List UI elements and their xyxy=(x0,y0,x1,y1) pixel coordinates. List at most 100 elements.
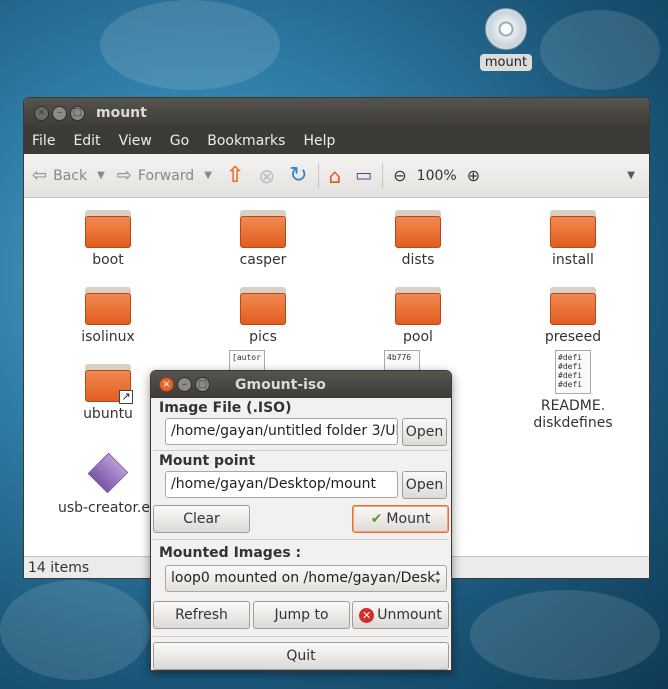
file-item[interactable]: pics xyxy=(203,287,323,345)
mount-button[interactable]: ✔ Mount xyxy=(352,505,449,533)
quit-button[interactable]: Quit xyxy=(153,642,449,670)
mount-point-section: Mount point xyxy=(153,453,449,469)
background-bokeh xyxy=(470,590,660,680)
text-file-icon: #defi #defi #defi #defi xyxy=(555,350,591,394)
archive-icon xyxy=(87,452,129,494)
menu-help[interactable]: Help xyxy=(303,133,335,149)
checkmark-icon: ✔ xyxy=(370,511,383,527)
file-item[interactable]: isolinux xyxy=(48,287,168,345)
zoom-out-icon[interactable]: ⊖ xyxy=(393,166,406,185)
background-bokeh xyxy=(0,580,150,680)
folder-link-icon: ↗ xyxy=(85,364,133,404)
jump-to-button[interactable]: Jump to xyxy=(253,601,350,629)
folder-icon xyxy=(550,287,596,325)
combo-arrows-icon: ▴ ▾ xyxy=(435,568,440,587)
open-mount-point-button[interactable]: Open xyxy=(402,471,447,499)
computer-icon[interactable]: ▭ xyxy=(355,165,372,186)
folder-icon xyxy=(240,287,286,325)
background-bokeh xyxy=(540,10,660,90)
file-label: install xyxy=(552,252,594,268)
file-item[interactable]: pool xyxy=(358,287,478,345)
folder-icon xyxy=(85,210,131,248)
divider xyxy=(153,636,449,637)
chevron-down-icon[interactable]: ▼ xyxy=(204,170,212,181)
file-item[interactable]: #defi #defi #defi #defi README. diskdefi… xyxy=(513,350,633,432)
gmount-dialog: × – □ Gmount-iso Image File (.ISO) /home… xyxy=(150,370,452,671)
zoom-level: 100% xyxy=(416,167,457,184)
back-label: Back xyxy=(53,167,88,184)
menu-go[interactable]: Go xyxy=(170,133,189,149)
menu-bookmarks[interactable]: Bookmarks xyxy=(207,133,285,149)
mounted-images-value: loop0 mounted on /home/gayan/Desk xyxy=(171,570,436,586)
divider xyxy=(153,539,449,540)
background-bokeh xyxy=(100,0,280,90)
maximize-button[interactable]: □ xyxy=(70,105,85,121)
toolbar-separator xyxy=(317,162,319,189)
file-label: usb-creator.ex xyxy=(57,500,159,516)
window-title: mount xyxy=(96,105,147,121)
minimize-button[interactable]: – xyxy=(177,377,192,392)
close-button[interactable]: × xyxy=(159,377,174,392)
close-button[interactable]: × xyxy=(34,105,49,121)
mount-point-input[interactable]: /home/gayan/Desktop/mount xyxy=(165,471,398,498)
file-label: dists xyxy=(401,252,435,268)
file-label: casper xyxy=(239,252,287,268)
file-label: README. diskdefines xyxy=(533,398,613,431)
desktop-mount-icon[interactable]: mount xyxy=(476,8,536,71)
unmount-button-label: Unmount xyxy=(377,607,442,623)
menu-edit[interactable]: Edit xyxy=(73,133,100,149)
image-file-section: Image File (.ISO) xyxy=(153,400,449,416)
reload-icon[interactable]: ↻ xyxy=(289,163,307,188)
mount-button-label: Mount xyxy=(386,511,431,527)
back-button[interactable]: ⇦ Back xyxy=(32,165,87,186)
mounted-images-combo[interactable]: loop0 mounted on /home/gayan/Desk ▴ ▾ xyxy=(165,565,447,592)
unmount-button[interactable]: ✕ Unmount xyxy=(352,601,449,629)
up-arrow-icon[interactable]: ⇧ xyxy=(226,163,244,188)
mount-point-label: Mount point xyxy=(159,453,256,469)
folder-icon xyxy=(395,210,441,248)
file-label: pics xyxy=(249,329,277,345)
mounted-images-label: Mounted Images : xyxy=(159,545,302,561)
clear-button[interactable]: Clear xyxy=(153,505,250,533)
maximize-button[interactable]: □ xyxy=(195,377,210,392)
file-label: ubuntu xyxy=(83,406,133,422)
folder-icon xyxy=(395,287,441,325)
folder-icon xyxy=(550,210,596,248)
dialog-title: Gmount-iso xyxy=(235,376,326,393)
image-file-input[interactable]: /home/gayan/untitled folder 3/Ub xyxy=(165,418,398,445)
home-icon[interactable]: ⌂ xyxy=(329,164,342,188)
minimize-button[interactable]: – xyxy=(52,105,67,121)
file-item[interactable]: install xyxy=(513,210,633,268)
file-item[interactable]: boot xyxy=(48,210,168,268)
chevron-down-icon[interactable]: ▼ xyxy=(627,170,635,181)
file-item[interactable]: dists xyxy=(358,210,478,268)
stop-icon[interactable]: ⊗ xyxy=(258,164,275,188)
file-item[interactable]: preseed xyxy=(513,287,633,345)
menu-view[interactable]: View xyxy=(119,133,152,149)
image-file-label: Image File (.ISO) xyxy=(159,400,292,416)
forward-arrow-icon: ⇨ xyxy=(116,165,132,186)
forward-label: Forward xyxy=(137,167,195,184)
folder-icon xyxy=(240,210,286,248)
file-label: boot xyxy=(92,252,124,268)
cd-icon xyxy=(485,8,527,50)
back-arrow-icon: ⇦ xyxy=(32,165,48,186)
file-label: pool xyxy=(403,329,433,345)
toolbar: ⇦ Back ▼ ⇨ Forward ▼ ⇧ ⊗ ↻ ⌂ ▭ ⊖ 100% ⊕ … xyxy=(24,154,649,198)
dialog-title-bar[interactable]: × – □ Gmount-iso xyxy=(151,371,451,398)
menu-bar: File Edit View Go Bookmarks Help xyxy=(24,128,649,154)
refresh-button[interactable]: Refresh xyxy=(153,601,250,629)
symlink-arrow-icon: ↗ xyxy=(119,390,133,404)
menu-file[interactable]: File xyxy=(32,133,55,149)
file-label: preseed xyxy=(544,329,602,345)
desktop-icon-label: mount xyxy=(479,54,533,71)
mounted-images-section: Mounted Images : xyxy=(153,545,449,561)
forward-button[interactable]: ⇨ Forward xyxy=(117,165,194,186)
toolbar-separator xyxy=(382,162,384,189)
file-item[interactable]: casper xyxy=(203,210,323,268)
chevron-down-icon[interactable]: ▼ xyxy=(97,170,105,181)
open-image-button[interactable]: Open xyxy=(402,418,447,446)
zoom-in-icon[interactable]: ⊕ xyxy=(467,166,480,185)
title-bar[interactable]: × – □ mount xyxy=(24,98,649,128)
folder-icon xyxy=(85,287,131,325)
